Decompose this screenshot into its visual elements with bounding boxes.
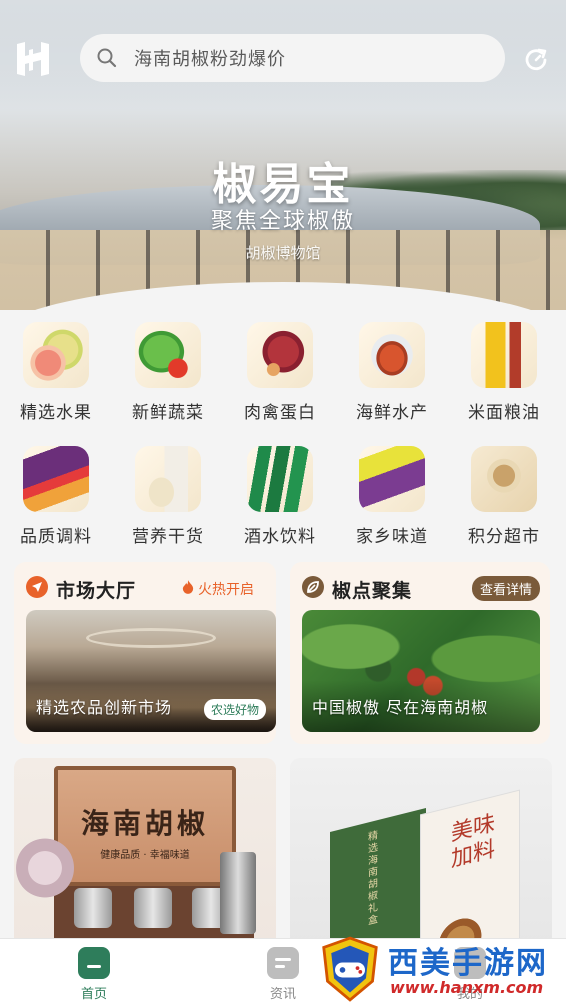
market-hall-title: 市场大厅 (56, 580, 137, 602)
market-hall-card[interactable]: 市场大厅 火热开启 精选农品创新市场 农选好物 (14, 562, 276, 744)
flower-decor (16, 838, 74, 898)
product-tile-pepper-gift-box[interactable]: 海南胡椒 健康品质 · 幸福味道 (14, 758, 276, 948)
tab-home[interactable]: 首页 (54, 947, 134, 1002)
pepper-plant-image: 中国椒傲 尽在海南胡椒 (302, 610, 540, 732)
home-icon (78, 947, 110, 979)
search-input[interactable]: 海南胡椒粉劲爆价 (134, 45, 286, 71)
search-icon (97, 48, 117, 68)
market-hall-image: 精选农品创新市场 农选好物 (26, 610, 276, 732)
category-item-dried-goods[interactable]: 营养干货 (118, 446, 218, 547)
gift-box-lid: 海南胡椒 健康品质 · 幸福味道 (54, 766, 236, 886)
pepper-cluster-card[interactable]: 椒点聚集 查看详情 中国椒傲 尽在海南胡椒 (290, 562, 550, 744)
tab-news[interactable]: 资讯 (243, 947, 323, 1002)
category-item-hometown[interactable]: 家乡味道 (342, 446, 442, 547)
refresh-icon[interactable] (522, 46, 550, 74)
hero-subtitle: 聚焦全球椒傲 (210, 209, 355, 234)
watermark-url: www.hanxm.com (390, 978, 544, 997)
meat-egg-icon (247, 322, 313, 388)
site-watermark: 西美手游网 www.hanxm.com (318, 934, 566, 1006)
hero-museum-label: 胡椒博物馆 (245, 244, 321, 262)
category-item-grain-oil[interactable]: 米面粮油 (454, 322, 554, 423)
category-item-seasoning[interactable]: 品质调料 (6, 446, 106, 547)
seasoning-pack-icon (23, 446, 89, 512)
white-box-text: 美味加料 (451, 810, 496, 873)
category-item-vegetables[interactable]: 新鲜蔬菜 (118, 322, 218, 423)
beer-bottles-icon (247, 446, 313, 512)
market-hall-caption: 精选农品创新市场 (36, 698, 173, 717)
cooking-oil-icon (471, 322, 537, 388)
vegetables-icon (135, 322, 201, 388)
product-tile-seasoning-gift[interactable]: 精选海南胡椒礼盒 美味加料 (290, 758, 552, 948)
gift-box-title: 海南胡椒 (80, 807, 209, 840)
news-icon (267, 947, 299, 979)
category-item-seafood[interactable]: 海鲜水产 (342, 322, 442, 423)
green-gift-box: 精选海南胡椒礼盒 (330, 808, 426, 948)
leaf-icon (302, 576, 324, 598)
market-hall-badge: 火热开启 (198, 582, 254, 598)
category-item-fruit[interactable]: 精选水果 (6, 322, 106, 423)
hometown-snack-icon (359, 446, 425, 512)
pomelo-fruit-icon (23, 322, 89, 388)
location-arrow-icon (26, 576, 48, 598)
fire-icon (182, 580, 194, 594)
points-mall-icon (471, 446, 537, 512)
dried-goods-icon (135, 446, 201, 512)
market-hall-tag[interactable]: 农选好物 (203, 699, 266, 720)
category-item-points-mall[interactable]: 积分超市 (454, 446, 554, 547)
category-item-meat[interactable]: 肉禽蛋白 (230, 322, 330, 423)
pepper-grinder (220, 852, 256, 934)
pepper-cluster-title: 椒点聚集 (332, 580, 413, 602)
gamepad-shield-icon (322, 936, 378, 1002)
watermark-text: 西美手游网 (388, 946, 548, 981)
category-item-drinks[interactable]: 酒水饮料 (230, 446, 330, 547)
pepper-cluster-caption: 中国椒傲 尽在海南胡椒 (312, 698, 489, 717)
app-logo-icon[interactable] (14, 40, 52, 78)
gift-box-subtitle: 健康品质 · 幸福味道 (100, 850, 190, 861)
white-gift-box: 美味加料 (420, 789, 520, 948)
crab-seafood-icon (359, 322, 425, 388)
search-bar[interactable]: 海南胡椒粉劲爆价 (80, 34, 505, 82)
green-box-text: 精选海南胡椒礼盒 (368, 830, 378, 928)
view-details-button[interactable]: 查看详情 (472, 576, 541, 601)
